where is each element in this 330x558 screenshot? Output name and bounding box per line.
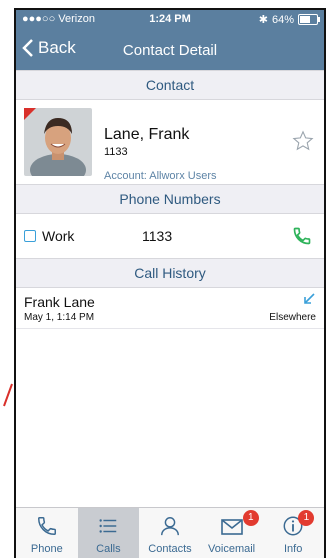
bluetooth-icon: ✱ — [258, 14, 268, 26]
battery-status: ✱ 64% — [258, 13, 320, 26]
phone-checkbox[interactable] — [24, 230, 36, 242]
tab-bar: Phone Calls Contacts 1 Voicemail 1 Info — [16, 507, 324, 558]
avatar-flag — [24, 108, 36, 120]
tab-contacts[interactable]: Contacts — [139, 508, 201, 558]
favorite-star-icon[interactable] — [292, 130, 314, 157]
page-title: Contact Detail — [122, 42, 218, 59]
tab-phone[interactable]: Phone — [16, 508, 78, 558]
phone-number: 1133 — [142, 228, 173, 244]
voicemail-badge: 1 — [242, 510, 259, 526]
tab-calls-label: Calls — [96, 543, 121, 555]
contact-account: Account: Allworx Users — [104, 170, 217, 182]
incoming-arrow-icon — [302, 292, 316, 311]
phone-type: Work — [42, 228, 75, 244]
contact-card: Lane, Frank 1133 Account: Allworx Users — [16, 100, 324, 184]
phone-number-row[interactable]: Work 1133 — [16, 214, 324, 258]
tab-info[interactable]: 1 Info — [262, 508, 324, 558]
history-caller-name: Frank Lane — [24, 294, 95, 310]
contact-name: Lane, Frank — [104, 126, 190, 143]
history-call-location: Elsewhere — [269, 312, 316, 323]
history-call-date: May 1, 1:14 PM — [24, 312, 95, 323]
status-bar: ●●●○○ Verizon 1:24 PM ✱ 64% — [16, 10, 324, 30]
call-icon[interactable] — [292, 226, 312, 251]
red-mark-decoration — [2, 382, 14, 413]
battery-icon — [298, 14, 320, 25]
contact-extension: 1133 — [104, 146, 128, 158]
info-badge: 1 — [298, 510, 315, 526]
tab-voicemail[interactable]: 1 Voicemail — [201, 508, 263, 558]
tab-voicemail-label: Voicemail — [208, 543, 256, 555]
history-section-header: Call History — [16, 258, 324, 288]
contact-section-header: Contact — [16, 70, 324, 100]
tab-calls[interactable]: Calls — [77, 508, 140, 558]
person-icon — [159, 515, 181, 540]
tab-phone-label: Phone — [30, 543, 63, 555]
battery-percent: 64% — [271, 13, 294, 26]
envelope-icon — [220, 515, 244, 540]
list-icon — [97, 515, 119, 540]
phone-icon — [36, 515, 58, 540]
call-history-row[interactable]: Frank Lane May 1, 1:14 PM Elsewhere — [16, 288, 324, 329]
phone-screen: ●●●○○ Verizon 1:24 PM ✱ 64% Back Contact… — [14, 8, 326, 558]
tab-contacts-label: Contacts — [148, 543, 192, 555]
navigation-bar: Back Contact Detail — [16, 30, 324, 70]
tab-info-label: Info — [283, 543, 303, 555]
phone-section-header: Phone Numbers — [16, 184, 324, 214]
